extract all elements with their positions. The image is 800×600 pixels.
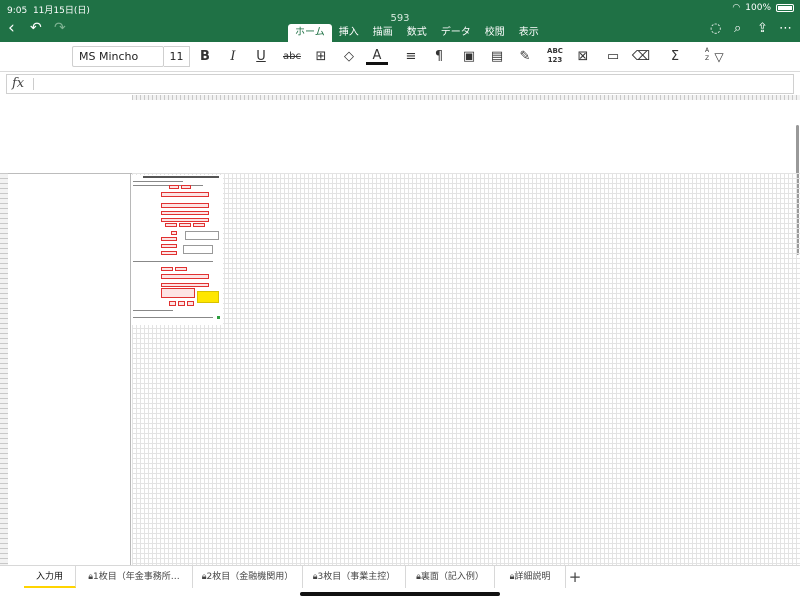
eraser-icon[interactable]: ⌫ — [630, 47, 652, 67]
sheet-tab-back[interactable]: 🔒︎裏面（記入例） — [406, 566, 495, 588]
form-thumbnail[interactable] — [131, 175, 223, 325]
share-icon[interactable]: ⇪ — [757, 20, 768, 37]
sheet-tab-details[interactable]: 🔒︎詳細説明 — [495, 566, 566, 588]
form-line — [133, 185, 203, 186]
form-input-box[interactable] — [187, 301, 194, 306]
app-header: 9:05 11月15日(日) ◠ 100% 593 ‹ ↶ ↷ ホーム 挿入 描… — [0, 0, 800, 42]
sheet-tabs-bar: 入力用 🔒︎1枚目（年金事務所… 🔒︎2枚目（金融機関用） 🔒︎3枚目（事業主控… — [0, 565, 800, 589]
wrap-text-icon[interactable]: ¶ — [428, 47, 450, 67]
tab-formulas[interactable]: 数式 — [400, 24, 434, 42]
sheet-tab-input[interactable]: 入力用 — [24, 566, 76, 588]
form-input-box[interactable] — [161, 244, 177, 248]
redo-icon[interactable]: ↷ — [54, 20, 66, 37]
number-format-button[interactable]: ABC 123 — [544, 47, 566, 67]
cell-grid[interactable] — [132, 173, 800, 565]
document-title: 593 — [390, 13, 410, 24]
form-input-box[interactable] — [161, 267, 173, 271]
form-input-box[interactable] — [161, 283, 209, 287]
form-marker — [217, 316, 220, 319]
tab-review[interactable]: 校閲 — [478, 24, 512, 42]
form-input-box[interactable] — [161, 237, 177, 241]
bold-button[interactable]: B — [194, 47, 216, 67]
align-icon[interactable]: ≡ — [400, 47, 422, 67]
tab-data[interactable]: データ — [434, 24, 478, 42]
borders-icon[interactable]: ⊞ — [310, 47, 332, 67]
form-input-box[interactable] — [175, 267, 187, 271]
form-input-box[interactable] — [193, 223, 205, 227]
form-title-bar — [143, 176, 219, 178]
tab-draw[interactable]: 描画 — [366, 24, 400, 42]
form-line — [133, 310, 173, 311]
cell-styles-icon[interactable]: ✎ — [514, 47, 536, 67]
strikethrough-button[interactable]: abc — [280, 47, 304, 67]
lightbulb-icon[interactable]: ◌ — [710, 20, 721, 37]
filter-icon[interactable]: ▽ — [708, 47, 730, 67]
sheet-tab-page1[interactable]: 🔒︎1枚目（年金事務所… — [76, 566, 193, 588]
underline-button[interactable]: U — [250, 47, 272, 67]
wifi-icon: ◠ — [732, 3, 741, 13]
sheet-tab-page3[interactable]: 🔒︎3枚目（事業主控） — [303, 566, 406, 588]
fill-color-icon[interactable]: ◇ — [338, 47, 360, 67]
form-input-box[interactable] — [161, 251, 177, 255]
frozen-column[interactable] — [8, 173, 131, 565]
undo-icon[interactable]: ↶ — [30, 20, 42, 37]
sheet-tab-page2[interactable]: 🔒︎2枚目（金融機関用） — [193, 566, 303, 588]
column-headers[interactable] — [132, 95, 800, 100]
formula-bar[interactable]: fx — [6, 74, 794, 94]
battery-label: 100% — [745, 3, 771, 13]
form-line — [133, 261, 213, 262]
form-input-box[interactable] — [179, 223, 191, 227]
form-input-box[interactable] — [165, 223, 177, 227]
form-input-box[interactable] — [178, 301, 185, 306]
tab-home[interactable]: ホーム — [288, 24, 332, 42]
font-name-box[interactable]: MS Mincho — [72, 46, 164, 67]
form-note — [183, 245, 213, 254]
add-sheet-button[interactable]: + — [566, 566, 584, 588]
row-headers[interactable] — [0, 173, 8, 565]
fx-icon: fx — [12, 76, 25, 91]
ribbon-tabs: ホーム 挿入 描画 数式 データ 校閲 表示 — [288, 24, 546, 42]
form-input-box[interactable] — [161, 203, 209, 208]
form-input-box[interactable] — [161, 218, 209, 222]
form-input-box[interactable] — [169, 301, 176, 306]
home-indicator[interactable] — [300, 592, 500, 596]
form-input-box[interactable] — [161, 288, 195, 298]
form-input-box[interactable] — [181, 185, 191, 189]
formula-separator — [33, 78, 34, 90]
form-input-box[interactable] — [171, 231, 177, 235]
autosum-button[interactable]: Σ — [664, 47, 686, 67]
search-icon[interactable]: ⌕ — [734, 20, 741, 37]
merge-icon[interactable]: ▣ — [458, 47, 480, 67]
tab-insert[interactable]: 挿入 — [332, 24, 366, 42]
form-input-box[interactable] — [161, 211, 209, 215]
status-indicators: ◠ 100% — [732, 3, 794, 13]
form-note — [185, 231, 219, 240]
insert-delete-icon[interactable]: ⊠ — [572, 47, 594, 67]
font-color-button[interactable]: A — [366, 47, 388, 65]
home-ribbon: MS Mincho 11 B I U abc ⊞ ◇ A ≡ ¶ ▣ ▤ ✎ A… — [0, 42, 800, 72]
form-input-box[interactable] — [161, 274, 209, 279]
form-input-box[interactable] — [169, 185, 179, 189]
form-line — [133, 317, 213, 318]
back-icon[interactable]: ‹ — [8, 20, 15, 37]
more-icon[interactable]: ⋯ — [779, 20, 792, 37]
form-input-box[interactable] — [161, 192, 209, 197]
form-comment — [197, 291, 219, 303]
italic-button[interactable]: I — [222, 47, 244, 67]
format-table-icon[interactable]: ▤ — [486, 47, 508, 67]
battery-icon — [776, 4, 794, 12]
format-cells-icon[interactable]: ▭ — [602, 47, 624, 67]
form-line — [133, 181, 183, 182]
font-size-box[interactable]: 11 — [164, 46, 190, 67]
tab-view[interactable]: 表示 — [512, 24, 546, 42]
worksheet[interactable] — [0, 95, 800, 565]
